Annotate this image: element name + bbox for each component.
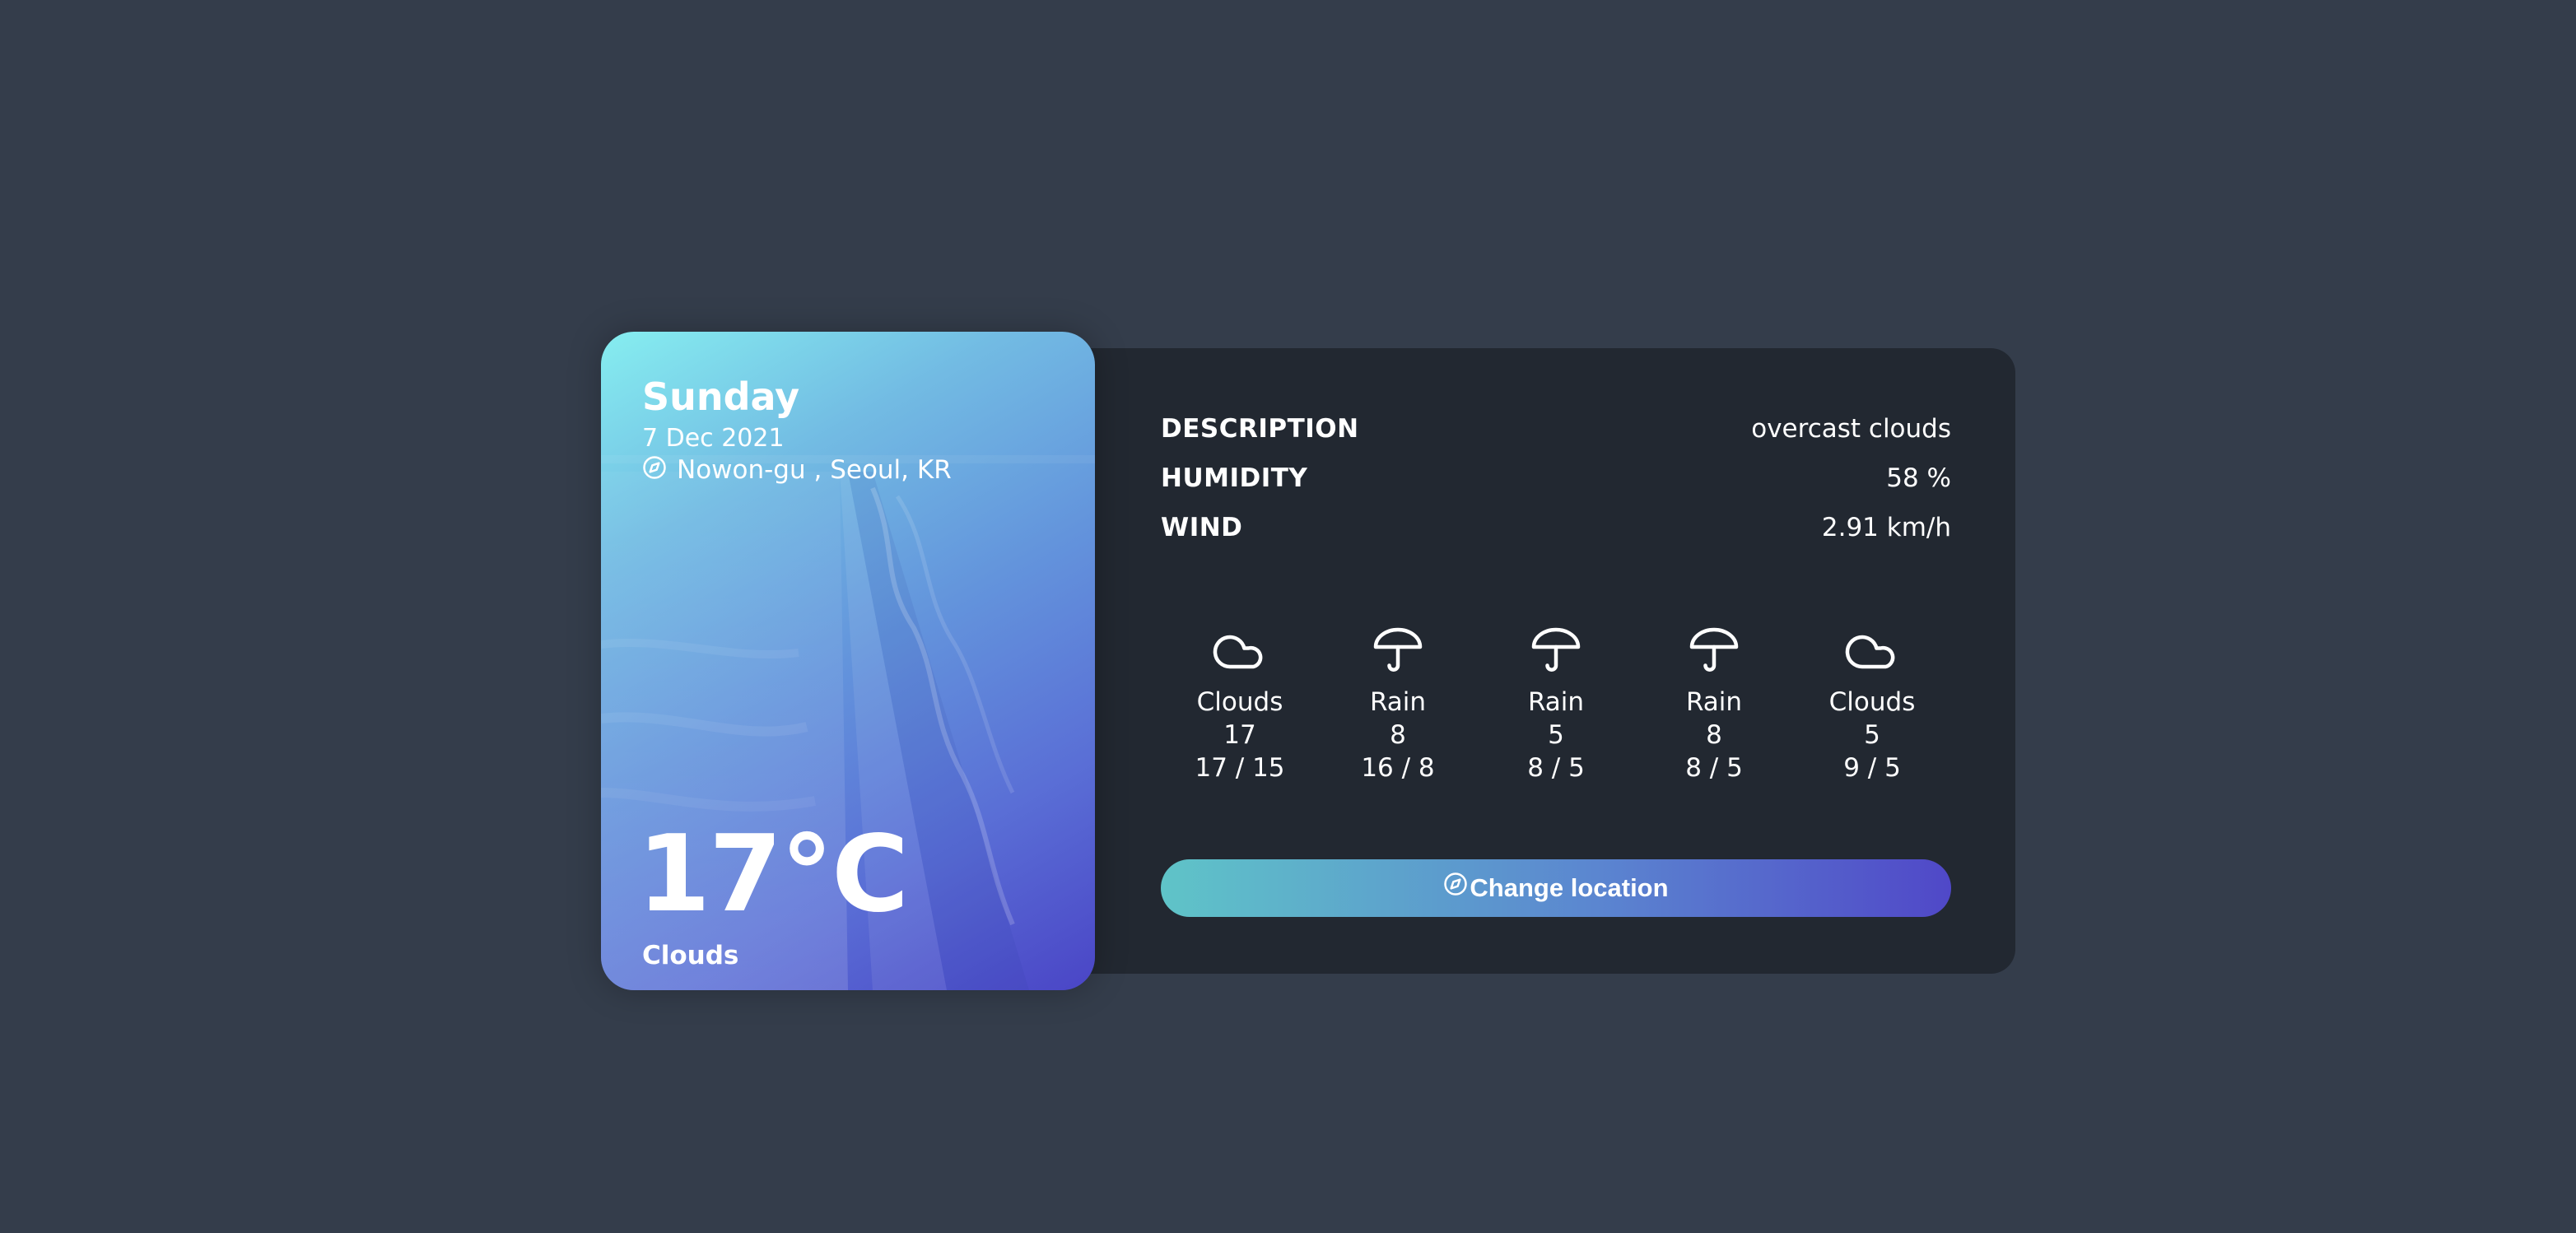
- humidity-value: 58 %: [1886, 463, 1951, 493]
- change-location-label: Change location: [1470, 873, 1669, 902]
- forecast-condition: Clouds: [1828, 687, 1916, 717]
- description-row: DESCRIPTION overcast clouds: [1161, 414, 1951, 463]
- current-condition: Clouds: [642, 941, 739, 970]
- location: Nowon-gu , Seoul, KR: [642, 455, 952, 485]
- day-name: Sunday: [642, 375, 800, 419]
- forecast-range: 8 / 5: [1527, 753, 1585, 783]
- date-text: 7 Dec 2021: [642, 424, 785, 453]
- forecast-condition: Rain: [1527, 687, 1585, 717]
- forecast-day: Clouds 5 9 / 5: [1793, 620, 1951, 784]
- wind-label: WIND: [1161, 513, 1243, 542]
- forecast-temp: 8: [1706, 720, 1722, 750]
- description-label: DESCRIPTION: [1161, 414, 1359, 444]
- current-temperature: 17°C: [637, 813, 909, 936]
- umbrella-icon: [1689, 627, 1739, 672]
- forecast-day: Clouds 17 17 / 15: [1161, 620, 1319, 784]
- cloud-icon: [1845, 635, 1895, 669]
- forecast-day: Rain 8 8 / 5: [1635, 620, 1793, 784]
- forecast-temp: 17: [1223, 720, 1256, 750]
- forecast-condition: Rain: [1369, 687, 1427, 717]
- forecast-condition: Clouds: [1196, 687, 1283, 717]
- forecast-temp: 8: [1390, 720, 1406, 750]
- compass-icon: [1444, 872, 1468, 896]
- forecast-temp: 5: [1548, 720, 1564, 750]
- humidity-row: HUMIDITY 58 %: [1161, 463, 1951, 513]
- forecast-day: Rain 8 16 / 8: [1319, 620, 1477, 784]
- forecast-range: 16 / 8: [1361, 753, 1435, 783]
- compass-icon: [643, 456, 666, 479]
- details-list: DESCRIPTION overcast clouds HUMIDITY 58 …: [1161, 414, 1951, 562]
- change-location-button[interactable]: Change location: [1161, 859, 1951, 917]
- current-weather-card: Sunday 7 Dec 2021 Nowon-gu , Seoul, KR 1…: [601, 332, 1095, 990]
- description-value: overcast clouds: [1751, 414, 1951, 444]
- weather-details-panel: DESCRIPTION overcast clouds HUMIDITY 58 …: [1021, 348, 2015, 974]
- forecast-range: 9 / 5: [1843, 753, 1901, 783]
- wind-row: WIND 2.91 km/h: [1161, 513, 1951, 562]
- humidity-label: HUMIDITY: [1161, 463, 1308, 493]
- umbrella-icon: [1373, 627, 1423, 672]
- cloud-icon: [1213, 635, 1263, 669]
- location-text: Nowon-gu , Seoul, KR: [677, 455, 952, 485]
- wind-value: 2.91 km/h: [1821, 513, 1951, 542]
- umbrella-icon: [1531, 627, 1581, 672]
- forecast-range: 8 / 5: [1685, 753, 1743, 783]
- forecast-condition: Rain: [1685, 687, 1743, 717]
- forecast-list: Clouds 17 17 / 15 Rain 8 16 / 8 Rain 5 8…: [1161, 620, 1951, 784]
- forecast-day: Rain 5 8 / 5: [1477, 620, 1635, 784]
- forecast-range: 17 / 15: [1195, 753, 1285, 783]
- forecast-temp: 5: [1864, 720, 1880, 750]
